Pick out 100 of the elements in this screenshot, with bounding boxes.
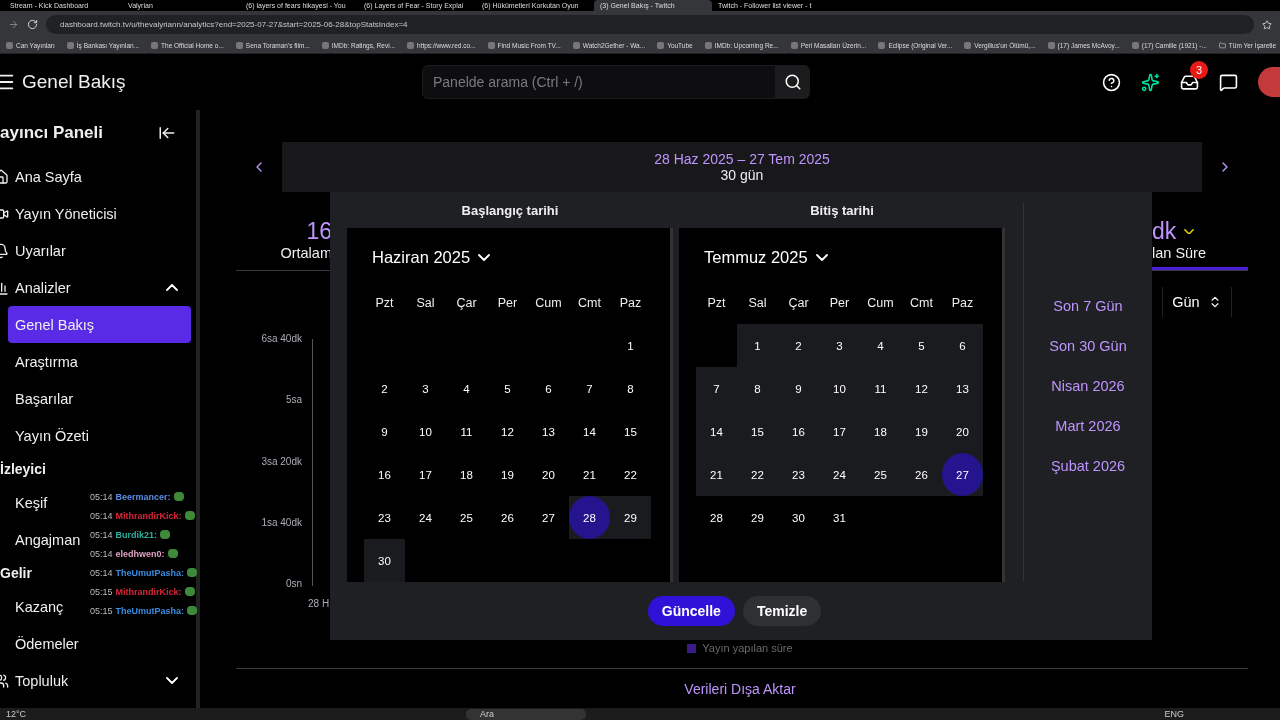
calendar-day[interactable]: 2 bbox=[364, 367, 405, 410]
calendar-day[interactable]: 8 bbox=[610, 367, 651, 410]
preset-link[interactable]: Son 7 Gün bbox=[1053, 298, 1123, 316]
calendar-day[interactable]: 14 bbox=[696, 410, 737, 453]
calendar-day[interactable]: 1 bbox=[737, 324, 778, 367]
sidebar-item[interactable]: Topluluk bbox=[0, 662, 196, 699]
sidebar-item[interactable]: Kazanç bbox=[8, 588, 82, 625]
date-range-bar[interactable]: 28 Haz 2025 – 27 Tem 2025 30 gün bbox=[282, 142, 1202, 192]
search-button[interactable] bbox=[776, 65, 810, 99]
calendar-day[interactable]: 21 bbox=[569, 453, 610, 496]
sidebar-item[interactable]: Yayın Özeti bbox=[8, 417, 107, 454]
calendar-day[interactable]: 16 bbox=[364, 453, 405, 496]
calendar-day[interactable]: 30 bbox=[364, 539, 405, 582]
calendar-day[interactable]: 4 bbox=[860, 324, 901, 367]
calendar-day[interactable]: 26 bbox=[487, 496, 528, 539]
calendar-day[interactable]: 19 bbox=[901, 410, 942, 453]
month-selector[interactable]: Haziran 2025 bbox=[364, 242, 499, 272]
calendar-day[interactable]: 1 bbox=[610, 324, 651, 367]
chat-icon[interactable] bbox=[1219, 72, 1238, 92]
calendar-day[interactable]: 28 bbox=[569, 496, 610, 539]
sidebar-item[interactable]: Yayın Yöneticisi bbox=[0, 195, 196, 232]
calendar-day[interactable]: 27 bbox=[942, 453, 983, 496]
calendar-day[interactable]: 3 bbox=[819, 324, 860, 367]
sparkle-icon[interactable] bbox=[1141, 72, 1160, 92]
calendar-day[interactable]: 29 bbox=[610, 496, 651, 539]
search-field[interactable]: Panelde arama (Ctrl + /) bbox=[422, 65, 776, 99]
calendar-day[interactable]: 7 bbox=[569, 367, 610, 410]
calendar-day[interactable]: 18 bbox=[860, 410, 901, 453]
sidebar-item[interactable]: Keşif bbox=[8, 484, 66, 521]
reload-icon[interactable] bbox=[27, 19, 38, 30]
inbox-icon[interactable] bbox=[1180, 72, 1199, 92]
calendar-day[interactable]: 18 bbox=[446, 453, 487, 496]
clear-button[interactable]: Temizle bbox=[742, 596, 822, 626]
calendar-day[interactable]: 10 bbox=[405, 410, 446, 453]
calendar-day[interactable]: 21 bbox=[696, 453, 737, 496]
sidebar-item[interactable]: Ödemeler bbox=[8, 625, 97, 662]
stat-tab[interactable]: 16 Ortalam bbox=[236, 218, 332, 270]
sidebar-item[interactable]: Araştırma bbox=[8, 343, 96, 380]
calendar-day[interactable]: 13 bbox=[942, 367, 983, 410]
calendar-day[interactable]: 23 bbox=[364, 496, 405, 539]
calendar-day[interactable]: 13 bbox=[528, 410, 569, 453]
avatar[interactable] bbox=[1258, 67, 1280, 97]
sidebar-item[interactable]: Başarılar bbox=[8, 380, 92, 417]
calendar-day[interactable]: 22 bbox=[610, 453, 651, 496]
calendar-day[interactable]: 17 bbox=[405, 453, 446, 496]
calendar-day[interactable]: 28 bbox=[696, 496, 737, 539]
calendar-day[interactable]: 10 bbox=[819, 367, 860, 410]
collapse-icon[interactable] bbox=[158, 124, 176, 142]
calendar-day[interactable]: 9 bbox=[364, 410, 405, 453]
sidebar-item[interactable]: Uyarılar bbox=[0, 232, 196, 269]
help-icon[interactable] bbox=[1102, 72, 1121, 92]
preset-link[interactable]: Şubat 2026 bbox=[1050, 458, 1126, 476]
address-bar[interactable]: dashboard.twitch.tv/u/thevalyriann/analytics?end=2025-07-27&start=2025-06-28&topStatsIndex=4 bbox=[46, 15, 1254, 34]
month-selector[interactable]: Temmuz 2025 bbox=[696, 242, 836, 272]
calendar-day[interactable]: 19 bbox=[487, 453, 528, 496]
calendar-day[interactable]: 20 bbox=[942, 410, 983, 453]
calendar-day[interactable]: 24 bbox=[405, 496, 446, 539]
calendar-day[interactable]: 7 bbox=[696, 367, 737, 410]
section-heading: İzleyici bbox=[0, 460, 46, 479]
calendar-day[interactable]: 11 bbox=[446, 410, 487, 453]
calendar-day[interactable]: 25 bbox=[446, 496, 487, 539]
preset-link[interactable]: Son 30 Gün bbox=[1049, 338, 1127, 356]
calendar-day[interactable]: 17 bbox=[819, 410, 860, 453]
calendar-day[interactable]: 4 bbox=[446, 367, 487, 410]
taskbar-search[interactable]: Ara bbox=[466, 708, 587, 720]
calendar-day[interactable]: 15 bbox=[610, 410, 651, 453]
calendar-day[interactable]: 25 bbox=[860, 453, 901, 496]
calendar-day[interactable]: 14 bbox=[569, 410, 610, 453]
calendar-day[interactable]: 6 bbox=[528, 367, 569, 410]
interval-select[interactable]: Gün bbox=[1162, 287, 1232, 317]
calendar-day[interactable]: 8 bbox=[737, 367, 778, 410]
calendar-day[interactable]: 12 bbox=[901, 367, 942, 410]
calendar-day[interactable]: 26 bbox=[901, 453, 942, 496]
calendar-day[interactable]: 23 bbox=[778, 453, 819, 496]
calendar-day[interactable]: 22 bbox=[737, 453, 778, 496]
calendar-day[interactable]: 5 bbox=[487, 367, 528, 410]
preset-link[interactable]: Mart 2026 bbox=[1055, 418, 1121, 436]
calendar-day[interactable]: 30 bbox=[778, 496, 819, 539]
calendar-day[interactable]: 29 bbox=[737, 496, 778, 539]
update-button[interactable]: Güncelle bbox=[647, 596, 735, 626]
calendar-day[interactable]: 2 bbox=[778, 324, 819, 367]
calendar-day[interactable]: 15 bbox=[737, 410, 778, 453]
calendar-day[interactable]: 27 bbox=[528, 496, 569, 539]
calendar-day[interactable]: 24 bbox=[819, 453, 860, 496]
calendar-day[interactable]: 3 bbox=[405, 367, 446, 410]
calendar-day[interactable]: 11 bbox=[860, 367, 901, 410]
calendar-day[interactable]: 12 bbox=[487, 410, 528, 453]
calendar-day[interactable]: 5 bbox=[901, 324, 942, 367]
sidebar-item[interactable]: Analizler bbox=[0, 269, 196, 306]
calendar-day[interactable]: 16 bbox=[778, 410, 819, 453]
sidebar-item[interactable]: Genel Bakış bbox=[8, 306, 191, 343]
preset-link[interactable]: Nisan 2026 bbox=[1051, 378, 1125, 396]
calendar-day[interactable]: 20 bbox=[528, 453, 569, 496]
bookmark-star-icon[interactable] bbox=[1262, 19, 1272, 30]
sidebar-item[interactable]: Ana Sayfa bbox=[0, 158, 196, 195]
calendar-day[interactable]: 9 bbox=[778, 367, 819, 410]
export-link[interactable]: Verileri Dışa Aktar bbox=[684, 681, 796, 697]
calendar-day[interactable]: 6 bbox=[942, 324, 983, 367]
calendar-day[interactable]: 31 bbox=[819, 496, 860, 539]
forward-icon[interactable] bbox=[8, 19, 19, 30]
